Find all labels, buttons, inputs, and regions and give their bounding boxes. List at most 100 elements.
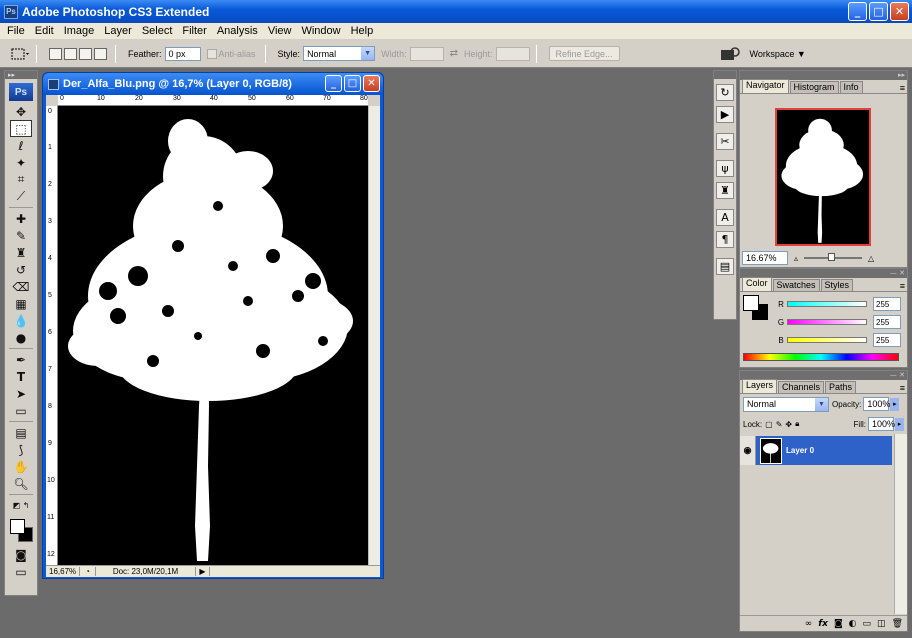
lock-pixels-icon[interactable]: ✎ — [776, 420, 783, 429]
swap-dimensions-icon[interactable]: ⇄ — [450, 48, 458, 59]
navigator-thumbnail[interactable] — [775, 108, 871, 246]
new-group-icon[interactable]: ▭ — [863, 619, 872, 629]
menu-select[interactable]: Select — [137, 25, 178, 37]
add-to-selection-button[interactable] — [64, 47, 77, 60]
menu-filter[interactable]: Filter — [177, 25, 211, 37]
menu-analysis[interactable]: Analysis — [212, 25, 263, 37]
history-brush-tool-icon[interactable]: ↺ — [10, 261, 32, 278]
layer-mask-icon[interactable]: ◙ — [834, 619, 843, 629]
character-panel-icon[interactable]: A — [716, 209, 734, 226]
refine-edge-button[interactable]: Refine Edge... — [548, 46, 620, 61]
dock-grip[interactable] — [714, 71, 736, 79]
maximize-button[interactable]: □ — [869, 2, 888, 21]
menu-image[interactable]: Image — [59, 25, 100, 37]
tool-preset-picker[interactable] — [10, 47, 30, 61]
fill-arrow-icon[interactable]: ▸ — [895, 417, 904, 431]
screen-mode-icon[interactable]: ▭ — [10, 563, 32, 580]
tab-paths[interactable]: Paths — [825, 381, 857, 393]
eyedropper-tool-icon[interactable]: ⟆ — [10, 441, 32, 458]
tab-styles[interactable]: Styles — [820, 279, 854, 291]
hand-tool-icon[interactable]: ✋ — [10, 458, 32, 475]
menu-window[interactable]: Window — [296, 25, 345, 37]
pen-tool-icon[interactable]: ✒ — [10, 351, 32, 368]
height-input[interactable] — [495, 46, 530, 61]
layers-scrollbar[interactable] — [894, 434, 907, 614]
blue-slider[interactable] — [787, 337, 867, 343]
layer-row[interactable]: ◉ Layer 0 — [740, 436, 892, 465]
actions-panel-icon[interactable]: ▶ — [716, 106, 734, 123]
eraser-tool-icon[interactable]: ⌫ — [10, 278, 32, 295]
blur-tool-icon[interactable]: 💧 — [10, 312, 32, 329]
menu-help[interactable]: Help — [346, 25, 379, 37]
document-title-bar[interactable]: Der_Alfa_Blu.png @ 16,7% (Layer 0, RGB/8… — [43, 73, 383, 95]
brushes-panel-icon[interactable]: ψ — [716, 160, 734, 177]
dodge-tool-icon[interactable]: ● — [10, 329, 32, 346]
marquee-tool-icon[interactable]: ⬚ — [10, 120, 32, 137]
clone-stamp-tool-icon[interactable]: ♜ — [10, 244, 32, 261]
zoom-out-icon[interactable]: ▵ — [794, 254, 798, 263]
tab-info[interactable]: Info — [839, 81, 863, 93]
quick-mask-icon[interactable]: ◙ — [10, 546, 32, 563]
navigator-zoom-input[interactable]: 16.67% — [742, 251, 788, 265]
delete-layer-icon[interactable]: 🗑︎ — [892, 619, 903, 629]
status-menu-arrow-icon[interactable]: ▶ — [196, 567, 210, 576]
menu-file[interactable]: File — [2, 25, 30, 37]
tab-channels[interactable]: Channels — [778, 381, 825, 393]
close-button[interactable]: ✕ — [890, 2, 909, 21]
foreground-color-swatch[interactable] — [10, 519, 25, 534]
tab-navigator[interactable]: Navigator — [742, 79, 789, 93]
width-input[interactable] — [409, 46, 444, 61]
type-tool-icon[interactable]: T — [10, 368, 32, 385]
feather-input[interactable]: 0 px — [164, 46, 201, 61]
default-colors-icon[interactable]: ◩ ↰ — [10, 497, 32, 514]
lasso-tool-icon[interactable]: ℓ — [10, 137, 32, 154]
blend-mode-select[interactable]: Normal ▼ — [743, 396, 829, 412]
color-spectrum-bar[interactable] — [743, 353, 899, 361]
menu-layer[interactable]: Layer — [99, 25, 137, 37]
antialias-checkbox[interactable] — [206, 48, 217, 59]
subtract-from-selection-button[interactable] — [79, 47, 92, 60]
notes-tool-icon[interactable]: ▤ — [10, 424, 32, 441]
magic-wand-tool-icon[interactable]: ✦ — [10, 154, 32, 171]
fill-input[interactable]: 100% — [868, 417, 895, 431]
document-vertical-scrollbar[interactable] — [368, 106, 380, 565]
panel-menu-icon[interactable]: ≡ — [900, 83, 907, 93]
opacity-input[interactable]: 100% — [863, 397, 890, 411]
menu-view[interactable]: View — [263, 25, 297, 37]
zoom-tool-icon[interactable]: 🔍︎ — [10, 475, 32, 492]
paragraph-panel-icon[interactable]: ¶ — [716, 231, 734, 248]
document-close-button[interactable]: ✕ — [363, 75, 380, 92]
document-maximize-button[interactable]: □ — [344, 75, 361, 92]
path-selection-tool-icon[interactable]: ➤ — [10, 385, 32, 402]
layer-comps-icon[interactable]: ▤ — [716, 258, 734, 275]
menu-edit[interactable]: Edit — [30, 25, 59, 37]
document-minimize-button[interactable]: _ — [325, 75, 342, 92]
gradient-tool-icon[interactable]: ▦ — [10, 295, 32, 312]
tools-panel-grip[interactable]: ▸▸ — [5, 71, 37, 79]
tab-histogram[interactable]: Histogram — [789, 81, 839, 93]
shape-tool-icon[interactable]: ▭ — [10, 402, 32, 419]
lock-all-icon[interactable]: 🔒︎ — [795, 419, 799, 429]
red-value-input[interactable]: 255 — [873, 297, 901, 311]
intersect-selection-button[interactable] — [94, 47, 107, 60]
style-select[interactable]: Normal ▼ — [303, 46, 376, 61]
green-slider[interactable] — [787, 319, 867, 325]
clone-source-icon[interactable]: ♜ — [716, 182, 734, 199]
status-info-icon[interactable]: ◔ — [80, 567, 96, 576]
brush-tool-icon[interactable]: ✎ — [10, 227, 32, 244]
healing-brush-tool-icon[interactable]: ✚ — [10, 210, 32, 227]
layers-panel-menu-icon[interactable]: ≡ — [900, 383, 907, 393]
tab-color[interactable]: Color — [742, 277, 772, 291]
red-slider[interactable] — [787, 301, 867, 307]
bridge-icon[interactable] — [720, 46, 740, 62]
image-canvas[interactable] — [58, 106, 368, 565]
zoom-level[interactable]: 16,67% — [46, 567, 80, 576]
navigator-zoom-slider[interactable] — [804, 253, 863, 261]
workspace-menu[interactable]: Workspace ▼ — [750, 49, 806, 59]
slice-tool-icon[interactable]: ⟋ — [10, 188, 32, 205]
new-layer-icon[interactable]: ◫ — [877, 619, 886, 629]
layer-style-icon[interactable]: fx — [818, 619, 828, 629]
minimize-button[interactable]: _ — [848, 2, 867, 21]
link-layers-icon[interactable]: ∞ — [805, 619, 813, 629]
color-foreground-swatch[interactable] — [743, 295, 759, 311]
